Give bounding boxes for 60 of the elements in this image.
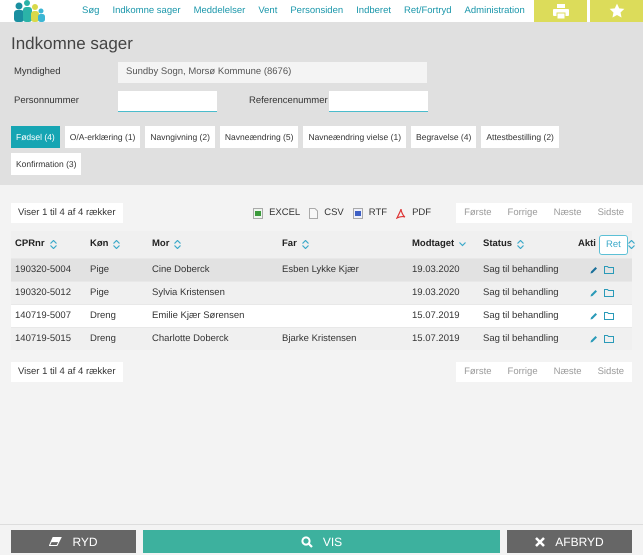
table-cell-text: 15.07.2019 <box>411 308 461 323</box>
column-header[interactable]: CPRnr <box>15 237 45 252</box>
table-cell-text: Cine Doberck <box>151 262 211 277</box>
table-cell-text: Sylvia Kristensen <box>151 286 226 300</box>
table-cell-text: 140719-5015 <box>14 332 72 346</box>
nav-link[interactable]: Indkomne sager <box>112 4 181 18</box>
table-cell-text: Pige <box>89 286 110 300</box>
table-cell-text: Sag til behandling <box>482 332 560 346</box>
field-label: Myndighed <box>13 65 62 80</box>
table-cell-text: Esben Lykke Kjær <box>281 262 360 277</box>
column-header[interactable]: Modtaget <box>412 237 454 252</box>
nav-link[interactable]: Administration <box>464 4 525 18</box>
tab[interactable]: Begravelse (4) <box>411 126 476 148</box>
cancel-button[interactable]: AFBRYD <box>507 530 632 553</box>
record-count: Viser 1 til 4 af 4 rækker <box>11 362 123 382</box>
tab[interactable]: Navneændring vielse (1) <box>303 126 406 148</box>
table-cell-text: Sag til behandling <box>482 262 560 277</box>
tab[interactable]: Navngivning (2) <box>145 126 215 148</box>
tab[interactable]: Attestbestilling (2) <box>481 126 559 148</box>
table-cell-text: Bjarke Kristensen <box>281 332 358 346</box>
tooltip: Ret <box>599 235 628 255</box>
export-button[interactable]: CSV <box>309 206 344 220</box>
clear-button[interactable]: RYD <box>11 530 136 553</box>
authority-field: Sundby Sogn, Morsø Kommune (8676) <box>118 62 427 83</box>
table-cell-text: Sag til behandling <box>482 286 560 300</box>
table-cell-text: Sag til behandling <box>482 308 560 323</box>
nav-link[interactable]: Indberet <box>356 4 392 18</box>
column-header[interactable]: Status <box>483 237 512 252</box>
nav-link[interactable]: Meddelelser <box>194 4 246 18</box>
field-label: Referencenummer <box>249 94 329 108</box>
column-header[interactable]: Far <box>282 237 297 252</box>
field-label: Personnummer <box>13 94 80 108</box>
column-header[interactable]: Akti <box>578 237 596 252</box>
export-button[interactable]: EXCEL <box>253 206 300 220</box>
tab[interactable]: Konfirmation (3) <box>11 153 82 175</box>
column-header[interactable]: Køn <box>90 237 108 252</box>
table-cell-text: Dreng <box>89 332 117 346</box>
tab[interactable]: O/A-erklæring (1) <box>64 126 140 148</box>
page-title: Indkomne sager <box>11 34 134 54</box>
export-button[interactable]: RTF <box>352 206 388 220</box>
table-cell-text: Dreng <box>89 308 117 323</box>
table-cell-text: 19.03.2020 <box>411 262 461 277</box>
nav-link[interactable]: Vent <box>258 4 278 18</box>
nav-link[interactable]: Søg <box>82 4 100 18</box>
table-row[interactable]: 190320-5004 Pige Cine Doberck Esben Lykke Kjær 19.03.2020 Sag til behandling <box>11 258 632 281</box>
table-cell-text: 190320-5012 <box>14 286 72 300</box>
table-cell-text: Emilie Kjær Sørensen <box>151 308 246 323</box>
table-row[interactable]: 140719-5007 Dreng Emilie Kjær Sørensen 15.07.2019 Sag til behandling <box>11 304 632 327</box>
tab[interactable]: Navneændring (5) <box>220 126 298 148</box>
table-cell-text: Pige <box>89 262 110 277</box>
table-cell-text: Charlotte Doberck <box>151 332 230 346</box>
record-count: Viser 1 til 4 af 4 rækker <box>11 203 123 223</box>
nav-link[interactable]: Ret/Fortryd <box>404 4 452 18</box>
nav-link[interactable]: Personsiden <box>290 4 344 18</box>
table-cell-text: 190320-5004 <box>14 262 72 277</box>
export-button[interactable]: PDF <box>396 206 432 220</box>
table-cell-text: 19.03.2020 <box>411 286 461 300</box>
table-cell-text: 140719-5007 <box>14 308 72 323</box>
table-cell-text: 15.07.2019 <box>411 332 461 346</box>
column-header[interactable]: Mor <box>152 237 170 252</box>
